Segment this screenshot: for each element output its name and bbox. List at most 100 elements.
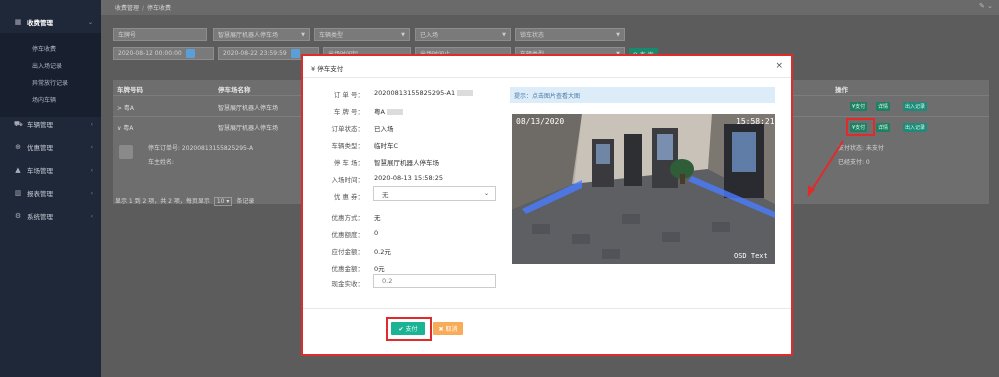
nav-label: 优惠管理 [27, 144, 53, 152]
snapshot-osd: OSD Text [734, 252, 768, 260]
pencil-icon[interactable]: ✎ ⌄ [979, 2, 993, 10]
page-size-select[interactable]: 10 ▾ [213, 197, 233, 206]
field-label: 优惠方式： [331, 214, 365, 222]
chevron-left-icon: ‹ [90, 212, 93, 220]
coupon-select[interactable]: 无 ⌄ [373, 186, 496, 201]
field-label: 应付金额： [331, 248, 365, 256]
field-entry-time: 2020-08-13 15:58:25 [374, 174, 444, 182]
caret-down-icon: ▼ [301, 31, 305, 38]
lot-select[interactable]: 智慧展厅机器人停车场 ▼ [213, 28, 310, 41]
field-label: 现金实收： [331, 280, 365, 288]
nav-label: 报表管理 [27, 190, 53, 198]
nav-charge-management[interactable]: ▦ 收费管理 ⌄ [0, 11, 101, 33]
start-time-input[interactable]: 2020-08-12 00:00:00 [113, 47, 214, 60]
field-parking-lot: 智慧展厅机器人停车场 [374, 159, 439, 167]
sidebar: ▦ 收费管理 ⌄ 停车收费 出入场记录 异常放行记录 场内车辆 ⛟ 车辆管理 ‹… [0, 0, 101, 377]
vehicle-type-select[interactable]: 车辆类型 ▼ [314, 28, 410, 41]
field-label: 订单状态： [331, 125, 365, 133]
chevron-left-icon: ‹ [90, 166, 93, 174]
calendar-icon[interactable] [185, 49, 195, 58]
chevron-down-icon: ⌄ [483, 190, 489, 197]
field-label: 优惠额度： [331, 231, 365, 239]
nav-label: 车场管理 [27, 167, 53, 175]
caret-down-icon: ▼ [616, 31, 620, 38]
pager-suffix: 条记录 [236, 198, 255, 205]
sidebar-item-entry-exit-records[interactable]: 出入场记录 [0, 57, 101, 73]
coupon-value: 无 [382, 190, 389, 199]
caret-down-icon: ▼ [502, 31, 506, 38]
row-plate[interactable]: ∨ 粤A [117, 123, 133, 132]
field-amount-due: 0.2元 [374, 248, 391, 256]
chevron-left-icon: ‹ [90, 189, 93, 197]
plate-input[interactable]: 车牌号 [113, 28, 207, 41]
snapshot-scene: 08/13/2020 15:58:21 OSD Text [512, 114, 775, 264]
end-time-value: 2020-08-22 23:59:59 [223, 50, 287, 57]
lot-select-value: 智慧展厅机器人停车场 [218, 32, 279, 39]
modal-header: ¥ 停车支付 × [303, 56, 791, 78]
entry-status-value: 已入场 [420, 32, 439, 39]
column-header-plate: 车牌号码 [117, 86, 143, 94]
snapshot-time: 15:58:21 [736, 117, 775, 126]
field-vehicle-type: 临时车C [374, 142, 399, 150]
records-row-button[interactable]: 出入记录 [903, 102, 928, 111]
field-label: 停 车 场： [333, 159, 364, 167]
avatar [119, 145, 133, 159]
cancel-button[interactable]: ✖ 取消 [433, 322, 463, 335]
vehicle-type-value: 车辆类型 [319, 32, 344, 39]
topbar: 收费管理 / 停车收费 ✎ ⌄ [101, 0, 999, 15]
column-header-actions: 操作 [835, 86, 848, 94]
detail-row-button[interactable]: 详情 [876, 102, 891, 111]
owner-name-text: 车主姓名: [148, 159, 175, 166]
paid-amount-text: 已经支付: 0 [838, 159, 870, 166]
grid-icon: ▦ [14, 18, 22, 26]
calendar-icon[interactable] [290, 49, 300, 58]
field-label: 车 牌 号： [333, 108, 364, 116]
field-order-number: 20200813155825295-A1 [374, 89, 474, 97]
breadcrumb: 收费管理 / 停车收费 [115, 3, 171, 12]
entry-status-select[interactable]: 已入场 ▼ [415, 28, 511, 41]
sidebar-item-abnormal-release[interactable]: 异常放行记录 [0, 74, 101, 90]
chevron-left-icon: ‹ [90, 143, 93, 151]
parking-icon: ▲ [15, 166, 21, 174]
records-row-button[interactable]: 出入记录 [903, 123, 928, 132]
pay-button[interactable]: ✔ 支付 [391, 322, 425, 335]
caret-down-icon: ▼ [401, 31, 405, 38]
nav-label: 车辆管理 [27, 121, 53, 129]
nav-label: 系统管理 [27, 213, 53, 221]
lock-status-select[interactable]: 锁车状态 ▼ [515, 28, 625, 41]
pay-highlight-box [846, 118, 875, 136]
snapshot-date: 08/13/2020 [516, 117, 564, 126]
sidebar-item-in-lot-vehicles[interactable]: 场内车辆 [0, 91, 101, 107]
breadcrumb-root[interactable]: 收费管理 [115, 5, 139, 12]
hint-banner: 提示：点击图片查看大图 [510, 87, 775, 103]
nav-discount-management[interactable]: ⊕ 优惠管理 ‹ [0, 136, 101, 158]
entry-snapshot-image[interactable]: 08/13/2020 15:58:21 OSD Text [512, 114, 775, 264]
cash-received-input[interactable]: 0.2 [373, 274, 496, 288]
field-plate-number: 粤A [374, 106, 403, 116]
field-label: 订 单 号： [333, 91, 364, 99]
nav-system-management[interactable]: ⚙ 系统管理 ‹ [0, 205, 101, 227]
close-icon[interactable]: × [775, 61, 783, 71]
column-header-lot: 停车场名称 [218, 86, 251, 94]
lock-status-value: 锁车状态 [520, 32, 545, 39]
breadcrumb-separator: / [142, 5, 145, 12]
field-order-status: 已入场 [374, 125, 394, 133]
start-time-value: 2020-08-12 00:00:00 [118, 50, 182, 57]
field-label: 车辆类型： [331, 142, 365, 150]
nav-report-management[interactable]: ▥ 报表管理 ‹ [0, 182, 101, 204]
pay-status-text: 支付状态: 未支付 [838, 145, 884, 152]
nav-vehicle-management[interactable]: ⛟ 车辆管理 ‹ [0, 113, 101, 135]
row-lot: 智慧展厅机器人停车场 [218, 125, 279, 132]
chevron-left-icon: ‹ [90, 120, 93, 128]
nav-label: 收费管理 [27, 19, 53, 27]
field-label: 入场时间： [331, 176, 365, 184]
field-label: 优惠金额： [331, 265, 365, 273]
car-icon: ⛟ [14, 120, 23, 128]
modal-title: ¥ 停车支付 [311, 65, 344, 73]
pay-row-button[interactable]: ¥支付 [850, 102, 868, 111]
row-plate[interactable]: > 粤A [117, 103, 134, 112]
detail-row-button[interactable]: 详情 [876, 123, 891, 132]
sidebar-item-parking-fee[interactable]: 停车收费 [0, 40, 101, 56]
breadcrumb-current: 停车收费 [147, 5, 172, 12]
nav-lot-management[interactable]: ▲ 车场管理 ‹ [0, 159, 101, 181]
